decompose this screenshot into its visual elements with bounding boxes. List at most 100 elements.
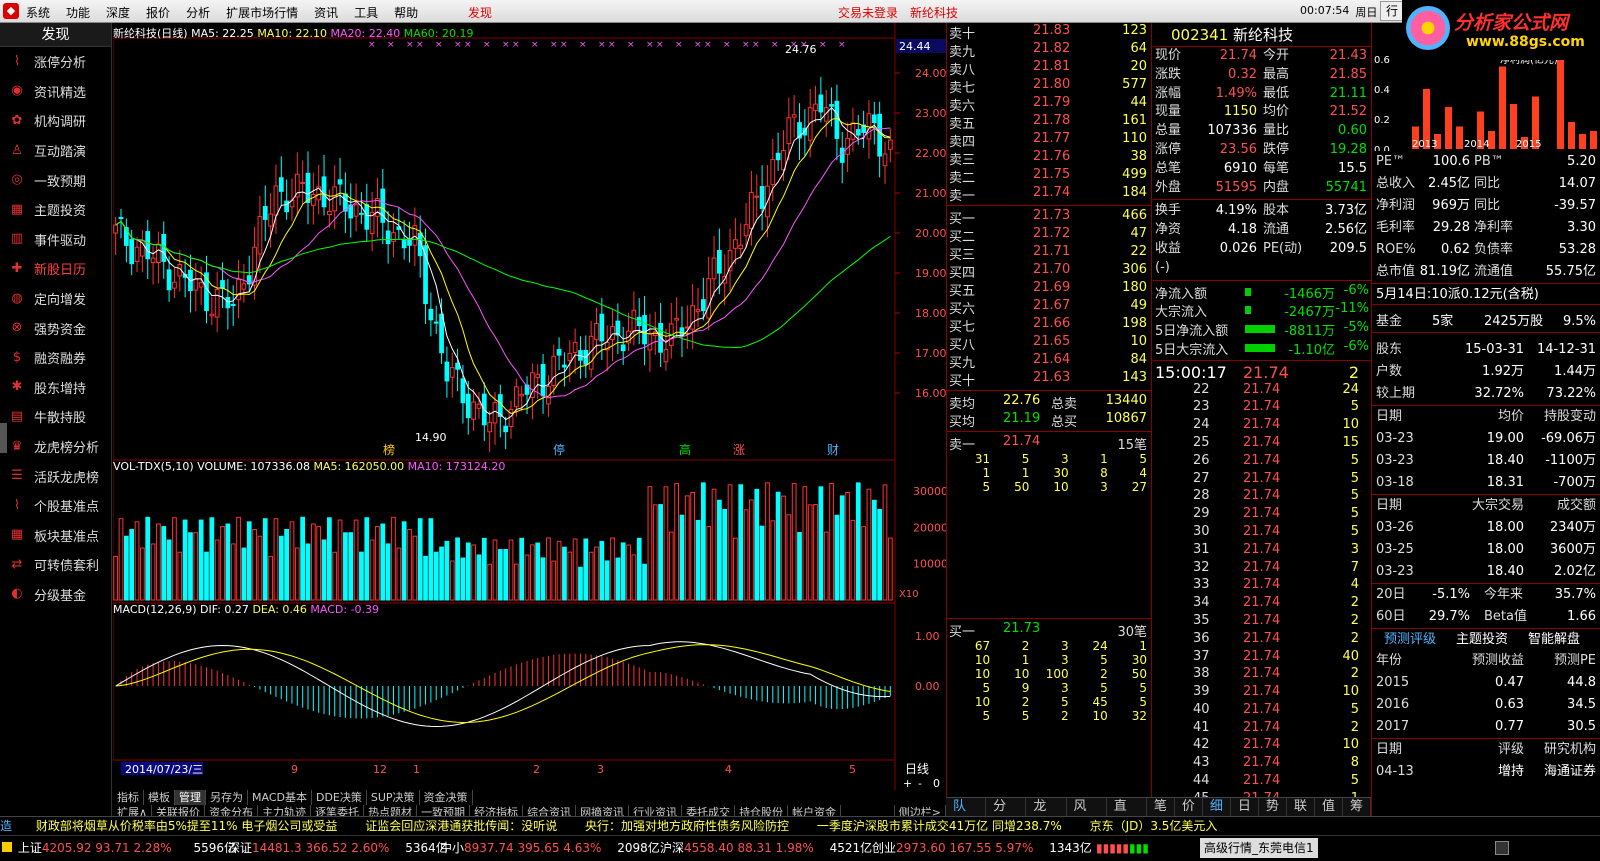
ask-level[interactable]: 卖三 21.76 38: [947, 149, 1151, 168]
event-marker[interactable]: 停: [553, 442, 565, 457]
sidebar-item[interactable]: ♛ 龙虎榜分析: [0, 432, 111, 462]
indicator-tab[interactable]: 另存为: [206, 790, 248, 805]
quote-tab[interactable]: 龙虎: [1026, 798, 1067, 832]
quote-tab[interactable]: 细: [1203, 798, 1231, 816]
news-item[interactable]: 证监会回应深港通获批传闻：没听说: [365, 819, 557, 833]
ask-level[interactable]: 卖十 21.83 123: [947, 23, 1151, 42]
zoom-button[interactable]: +: [903, 777, 912, 790]
news-item[interactable]: 一季度沪深股市累计成交41万亿 同增238.7%: [817, 819, 1062, 833]
sidebar-item[interactable]: ◐ 分级基金: [0, 580, 111, 610]
zoom-button[interactable]: -: [918, 777, 922, 790]
event-marker[interactable]: 财: [827, 443, 839, 457]
sidebar-item[interactable]: ⌇ 个股基准点: [0, 491, 111, 521]
ask-level[interactable]: 卖九 21.82 64: [947, 41, 1151, 60]
sidebar-item[interactable]: ✱ 股东增持: [0, 373, 111, 403]
sidebar-item[interactable]: ♙ 互动踏演: [0, 136, 111, 166]
quote-tab[interactable]: 队列: [946, 798, 987, 832]
f10-tab[interactable]: 预测评级: [1384, 629, 1436, 651]
bid-level[interactable]: 买一 21.73 466: [947, 208, 1151, 227]
sidebar-item[interactable]: $ 融资融券: [0, 343, 111, 373]
quote-tab[interactable]: 势: [1259, 798, 1287, 816]
kline-chart-area[interactable]: 24.00 23.00 22.00 21.00 20.00 19.00 18.00 17.00…: [113, 23, 946, 820]
sidebar-item[interactable]: ▦ 主题投资: [0, 195, 111, 225]
sidebar-item[interactable]: ⌇ 涨停分析: [0, 47, 111, 77]
sidebar-item[interactable]: ▥ 事件驱动: [0, 225, 111, 255]
indicator-tab[interactable]: 资金决策: [420, 790, 473, 805]
menu-system[interactable]: 系统: [26, 4, 50, 21]
quote-tab[interactable]: 筹: [1343, 798, 1371, 816]
ask-level[interactable]: 卖五 21.78 161: [947, 113, 1151, 132]
index-zx[interactable]: 中小8937.74 395.65 4.63% 2098亿: [440, 836, 660, 860]
sidebar-collapse-handle[interactable]: [0, 423, 7, 453]
indicator-tab[interactable]: 指标: [113, 790, 144, 805]
ask-level[interactable]: 卖八 21.81 20: [947, 59, 1151, 78]
ask-level[interactable]: 卖二 21.75 499: [947, 167, 1151, 186]
event-marker[interactable]: 榜: [383, 442, 395, 457]
tick-list[interactable]: 22 21.74 24 23 21.74 5 24 21.74 10 25 21.74 15 26 21.…: [1153, 381, 1371, 808]
indicator-tab[interactable]: MACD基本: [248, 790, 312, 805]
bid-level[interactable]: 买四 21.70 306: [947, 262, 1151, 281]
bid-level[interactable]: 买八 21.65 10: [947, 334, 1151, 353]
menu-news[interactable]: 资讯: [314, 4, 338, 21]
news-item[interactable]: 京东（JD）3.5亿美元入: [1090, 819, 1218, 833]
index-cy[interactable]: 创业2973.60 167.55 5.97% 1343亿: [872, 836, 1092, 860]
event-marker[interactable]: 高: [679, 442, 691, 457]
quote-tab[interactable]: 日: [1231, 798, 1259, 816]
sidebar-item[interactable]: ⇄ 可转债套利: [0, 550, 111, 580]
news-item[interactable]: 央行：加强对地方政府性债务风险防控: [585, 819, 789, 833]
bid-level[interactable]: 买七 21.66 198: [947, 316, 1151, 335]
quote-tab[interactable]: 价: [1175, 798, 1203, 816]
sidebar-item[interactable]: ◎ 一致预期: [0, 165, 111, 195]
sidebar-item[interactable]: ▤ 牛散持股: [0, 402, 111, 432]
menu-analysis[interactable]: 分析: [186, 4, 210, 21]
sidebar-item[interactable]: ▦ 板块基准点: [0, 521, 111, 551]
sidebar-item[interactable]: ◉ 资讯精选: [0, 77, 111, 107]
ask-level[interactable]: 卖四 21.77 110: [947, 131, 1151, 150]
bid-level[interactable]: 买九 21.64 84: [947, 352, 1151, 371]
server-label[interactable]: 高级行情_东莞电信1: [1200, 838, 1318, 858]
news-item[interactable]: 财政部将烟草从价税率由5%提至11% 电子烟公司或受益: [36, 819, 338, 833]
bid-level[interactable]: 买二 21.72 47: [947, 226, 1151, 245]
chart-canvas[interactable]: 24.0023.0022.0021.0020.0019.0018.0017.00…: [113, 23, 946, 790]
indicator-tab[interactable]: 管理: [175, 790, 206, 805]
menu-ext-market[interactable]: 扩展市场行情: [226, 4, 298, 21]
menu-depth[interactable]: 深度: [106, 4, 130, 21]
ask-level[interactable]: 卖一 21.74 184: [947, 185, 1151, 204]
news-ticker[interactable]: 造 财政部将烟草从价税率由5%提至11% 电子烟公司或受益 证监会回应深港通获批…: [0, 816, 1600, 835]
bid-level[interactable]: 买六 21.67 49: [947, 298, 1151, 317]
bid-level[interactable]: 买五 21.69 180: [947, 280, 1151, 299]
menu-help[interactable]: 帮助: [394, 4, 418, 21]
trade-login-link[interactable]: 交易未登录: [838, 4, 898, 21]
quote-tab[interactable]: 直播: [1107, 798, 1147, 832]
indicator-tab[interactable]: DDE决策: [312, 790, 367, 805]
index-hs[interactable]: 沪深4558.40 88.31 1.98% 4521亿: [660, 836, 872, 860]
indicator-tab[interactable]: 模板: [144, 790, 175, 805]
menu-discover[interactable]: 发现: [468, 4, 492, 21]
period-label[interactable]: 日线: [905, 762, 929, 776]
sidebar-item[interactable]: ☰ 活跃龙虎榜: [0, 461, 111, 491]
sidebar-item[interactable]: ✿ 机构调研: [0, 106, 111, 136]
quote-tab[interactable]: 值: [1315, 798, 1343, 816]
ask-level[interactable]: 卖六 21.79 44: [947, 95, 1151, 114]
indicator-tab[interactable]: SUP决策: [367, 790, 420, 805]
index-sh[interactable]: 上证4205.92 93.71 2.28% 5596亿: [2, 836, 236, 860]
f10-tab[interactable]: 智能解盘: [1528, 629, 1580, 651]
zoom-button[interactable]: 0: [933, 777, 940, 790]
ask-level[interactable]: 卖七 21.80 577: [947, 77, 1151, 96]
quote-tab[interactable]: 笔: [1147, 798, 1175, 816]
quote-tab[interactable]: 联: [1287, 798, 1315, 816]
quote-tab[interactable]: 风向: [1067, 798, 1107, 832]
f10-tab[interactable]: 主题投资: [1456, 629, 1508, 651]
menu-quote[interactable]: 报价: [146, 4, 170, 21]
menu-tools[interactable]: 工具: [354, 4, 378, 21]
bid-level[interactable]: 买三 21.71 22: [947, 244, 1151, 263]
sidebar-item[interactable]: ✚ 新股日历: [0, 254, 111, 284]
menu-function[interactable]: 功能: [66, 4, 90, 21]
sidebar-item[interactable]: ◍ 定向增发: [0, 284, 111, 314]
trade-button[interactable]: 行: [1380, 1, 1404, 21]
sidebar-item[interactable]: ⊗ 强势资金: [0, 313, 111, 343]
quote-tab[interactable]: 分布: [986, 798, 1027, 832]
index-sz[interactable]: 深证14481.3 366.52 2.60% 5364亿: [228, 836, 448, 860]
event-marker[interactable]: 涨: [733, 442, 745, 457]
bid-level[interactable]: 买十 21.63 143: [947, 370, 1151, 389]
